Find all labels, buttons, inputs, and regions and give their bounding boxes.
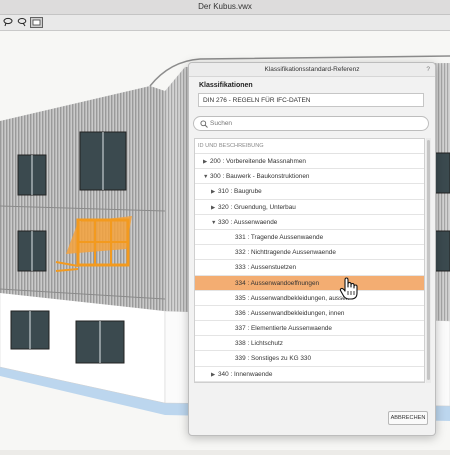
list-item[interactable]: 337 : Elementierte Aussenwaende bbox=[195, 321, 424, 337]
chevron-right-icon[interactable]: ▶ bbox=[211, 201, 218, 216]
list-item-label: 340 : Innenwaende bbox=[218, 370, 273, 378]
list-item[interactable]: ▶ 200 : Vorbereitende Massnahmen bbox=[195, 154, 424, 170]
list-item[interactable]: ▶ 340 : Innenwaende bbox=[195, 367, 424, 382]
classifications-label: Klassifikationen bbox=[199, 82, 253, 89]
pan-icon[interactable] bbox=[17, 17, 27, 27]
list-item-label: 335 : Aussenwandbekleidungen, aussen bbox=[235, 294, 350, 302]
chevron-right-icon[interactable]: ▶ bbox=[211, 368, 218, 382]
cancel-button[interactable]: ABBRECHEN bbox=[388, 411, 428, 425]
window-title: Der Kubus.vwx bbox=[0, 0, 450, 15]
dialog-title: Klassifikationsstandard-Referenz bbox=[189, 63, 435, 77]
list-item-label: 336 : Aussenwandbekleidungen, innen bbox=[235, 309, 345, 317]
scroll-thumb[interactable] bbox=[427, 140, 430, 380]
list-item-label: 334 : Aussenwandoeffnungen bbox=[235, 279, 320, 287]
list-item-label: 310 : Baugrube bbox=[218, 188, 262, 196]
list-item[interactable]: 336 : Aussenwandbekleidungen, innen bbox=[195, 306, 424, 322]
list-item-label: 339 : Sonstiges zu KG 330 bbox=[235, 355, 312, 363]
list-item-label: 333 : Aussenstuetzen bbox=[235, 264, 297, 272]
view-icon[interactable] bbox=[30, 17, 43, 28]
list-item[interactable]: ▼ 300 : Bauwerk - Baukonstruktionen bbox=[195, 169, 424, 185]
list-item[interactable]: ▶ 320 : Gruendung, Unterbau bbox=[195, 200, 424, 215]
chevron-right-icon[interactable]: ▶ bbox=[203, 155, 210, 170]
lasso-select-icon[interactable] bbox=[3, 17, 13, 27]
list-item-label: 200 : Vorbereitende Massnahmen bbox=[210, 158, 306, 165]
list-item[interactable]: 339 : Sonstiges zu KG 330 bbox=[195, 351, 424, 367]
list-item-label: 331 : Tragende Aussenwaende bbox=[235, 233, 324, 241]
toolbar bbox=[0, 15, 450, 31]
search-input[interactable] bbox=[210, 117, 420, 130]
list-scrollbar[interactable] bbox=[426, 138, 431, 383]
list-item-label: 300 : Bauwerk - Baukonstruktionen bbox=[210, 173, 310, 181]
list-item[interactable]: 331 : Tragende Aussenwaende bbox=[195, 230, 424, 246]
list-item[interactable]: 338 : Lichtschutz bbox=[195, 336, 424, 352]
list-item[interactable]: ▶ 310 : Baugrube bbox=[195, 184, 424, 200]
chevron-down-icon[interactable]: ▼ bbox=[211, 216, 218, 231]
classification-dialog: Klassifikationsstandard-Referenz ? Klass… bbox=[188, 62, 436, 436]
chevron-right-icon[interactable]: ▶ bbox=[211, 185, 218, 200]
list-item-label: 337 : Elementierte Aussenwaende bbox=[235, 325, 332, 333]
list-item[interactable]: 332 : Nichttragende Aussenwaende bbox=[195, 245, 424, 261]
list-item[interactable]: 335 : Aussenwandbekleidungen, aussen bbox=[195, 291, 424, 306]
list-item[interactable]: 334 : Aussenwandoeffnungen bbox=[195, 275, 424, 291]
list-item[interactable]: 333 : Aussenstuetzen bbox=[195, 260, 424, 276]
classification-list[interactable]: ID UND BESCHREIBUNG ▶ 200 : Vorbereitende… bbox=[194, 138, 425, 383]
list-item-label: 338 : Lichtschutz bbox=[235, 340, 283, 348]
list-item-label: 320 : Gruendung, Unterbau bbox=[218, 203, 296, 211]
cladding-left bbox=[0, 86, 165, 311]
help-button[interactable]: ? bbox=[426, 63, 430, 76]
hand-cursor-icon bbox=[339, 277, 358, 300]
standard-field[interactable]: DIN 276 - REGELN FÜR IFC-DATEN bbox=[198, 93, 424, 107]
chevron-down-icon[interactable]: ▼ bbox=[203, 170, 210, 185]
search-box[interactable] bbox=[193, 116, 429, 131]
search-icon bbox=[200, 120, 208, 128]
list-header: ID UND BESCHREIBUNG bbox=[195, 139, 424, 154]
list-item-label: 330 : Aussenwaende bbox=[218, 218, 278, 226]
list-item[interactable]: ▼ 330 : Aussenwaende bbox=[195, 215, 424, 230]
list-item-label: 332 : Nichttragende Aussenwaende bbox=[235, 249, 336, 257]
